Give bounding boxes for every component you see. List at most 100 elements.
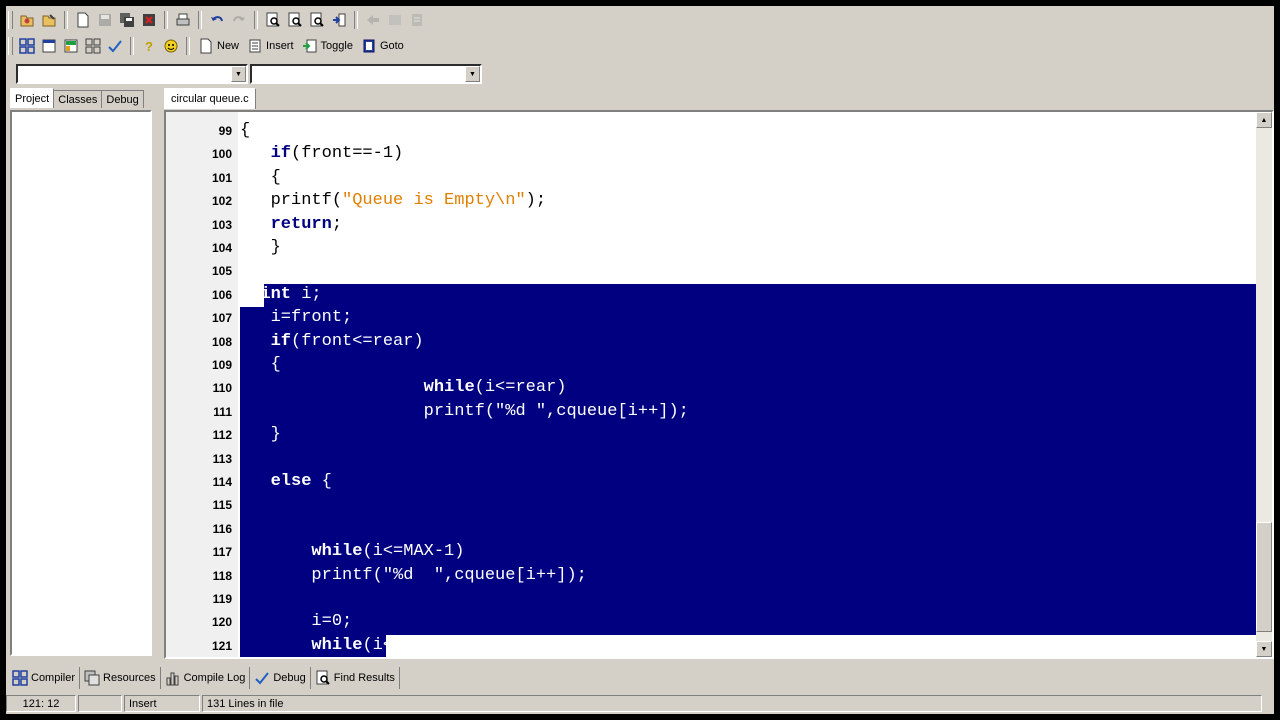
code-line[interactable]: 115 bbox=[166, 494, 1266, 517]
code-line[interactable]: 99 { bbox=[166, 120, 1266, 143]
line-number: 101 bbox=[211, 170, 232, 185]
goto-button[interactable]: Goto bbox=[357, 35, 408, 57]
redo-icon[interactable] bbox=[228, 9, 250, 31]
grid-view-icon[interactable] bbox=[16, 35, 38, 57]
line-number: 100 bbox=[211, 147, 232, 162]
line-number: 108 bbox=[211, 334, 232, 349]
tab-resources[interactable]: Resources bbox=[80, 667, 161, 689]
compiler-grid-icon bbox=[12, 670, 28, 686]
line-number: 116 bbox=[212, 521, 232, 536]
line-number: 113 bbox=[212, 451, 232, 466]
code-line[interactable]: 102 printf("Queue is Empty\n"); bbox=[166, 190, 1266, 213]
code-line[interactable]: 103 return; bbox=[166, 214, 1266, 237]
toolbar-grip[interactable] bbox=[8, 37, 13, 55]
undo-icon[interactable] bbox=[206, 9, 228, 31]
resources-icon bbox=[84, 670, 100, 686]
tab-debug[interactable]: Debug bbox=[101, 90, 144, 108]
toggle-button[interactable]: Toggle bbox=[298, 35, 357, 57]
open-file-icon[interactable] bbox=[38, 9, 60, 31]
code-text: printf("Queue is Empty\n"); bbox=[240, 191, 547, 211]
code-line[interactable]: 116 bbox=[166, 518, 1266, 541]
layout-icon[interactable] bbox=[60, 35, 82, 57]
goto-line-icon[interactable] bbox=[328, 9, 350, 31]
code-line[interactable]: 104 } bbox=[166, 237, 1266, 260]
close-file-icon[interactable] bbox=[138, 9, 160, 31]
panel-splitter[interactable] bbox=[156, 90, 160, 658]
code-text: i=0; bbox=[240, 612, 353, 632]
code-line[interactable]: 111 printf("%d ",cqueue[i++]); bbox=[166, 401, 1266, 424]
forward-icon[interactable] bbox=[384, 9, 406, 31]
new-button-label: New bbox=[217, 40, 240, 52]
toolbar-separator bbox=[64, 11, 68, 29]
save-icon[interactable] bbox=[94, 9, 116, 31]
replace-icon[interactable] bbox=[284, 9, 306, 31]
bookmark-icon[interactable] bbox=[406, 9, 428, 31]
status-bar: 121: 12 Insert 131 Lines in file bbox=[6, 695, 1274, 714]
tab-compiler-label: Compiler bbox=[31, 672, 76, 684]
toolbar-separator bbox=[198, 11, 202, 29]
scroll-up-arrow-icon[interactable]: ▲ bbox=[1256, 112, 1272, 128]
code-line[interactable]: 106 int i; bbox=[166, 284, 1266, 307]
code-text: { bbox=[240, 355, 281, 374]
code-line[interactable]: 112 } bbox=[166, 424, 1266, 447]
project-tree[interactable] bbox=[10, 110, 152, 656]
code-line[interactable]: 120 i=0; bbox=[166, 611, 1266, 634]
code-text: i=front; bbox=[240, 308, 353, 328]
tiles-icon[interactable] bbox=[82, 35, 104, 57]
code-line[interactable]: 108 if(front<=rear) bbox=[166, 331, 1266, 354]
scroll-thumb[interactable] bbox=[1256, 522, 1272, 632]
class-combo[interactable]: ▼ bbox=[16, 64, 248, 84]
line-number: 106 bbox=[211, 287, 232, 302]
tab-find-results[interactable]: Find Results bbox=[311, 667, 400, 689]
tab-compile-log[interactable]: Compile Log bbox=[161, 667, 251, 689]
code-line[interactable]: 110 while(i<=rear) bbox=[166, 377, 1266, 400]
code-line[interactable]: 105 bbox=[166, 260, 1266, 283]
tab-project[interactable]: Project bbox=[10, 88, 55, 108]
member-combo[interactable]: ▼ bbox=[250, 64, 482, 84]
line-number: 111 bbox=[213, 404, 232, 419]
code-line[interactable]: 114 else { bbox=[166, 471, 1266, 494]
code-line[interactable]: 107 i=front; bbox=[166, 307, 1266, 330]
line-number: 114 bbox=[212, 475, 232, 489]
code-line[interactable]: 121 while(i<=rear) bbox=[166, 635, 1266, 657]
toolbar-grip[interactable] bbox=[8, 11, 13, 29]
code-text: } bbox=[240, 425, 281, 445]
chevron-down-icon[interactable]: ▼ bbox=[465, 66, 480, 82]
editor-tab[interactable]: circular queue.c bbox=[164, 88, 256, 109]
tab-classes[interactable]: Classes bbox=[53, 90, 103, 108]
new-file-icon[interactable] bbox=[72, 9, 94, 31]
code-text: } bbox=[240, 238, 281, 257]
insert-button[interactable]: Insert bbox=[243, 35, 298, 57]
code-text: if(front<=rear) bbox=[270, 331, 424, 351]
code-line[interactable]: 100 if(front==-1) bbox=[166, 143, 1266, 166]
save-all-icon[interactable] bbox=[116, 9, 138, 31]
check-icon[interactable] bbox=[104, 35, 126, 57]
new-button[interactable]: New bbox=[194, 35, 243, 57]
chevron-down-icon[interactable]: ▼ bbox=[231, 66, 246, 82]
code-line[interactable]: 117 while(i<=MAX-1) bbox=[166, 541, 1266, 564]
code-editor[interactable]: 99{100 if(front==-1) 101 {102 printf("Que… bbox=[164, 110, 1274, 659]
svg-text:?: ? bbox=[145, 39, 153, 54]
help-icon[interactable]: ? bbox=[138, 35, 160, 57]
code-text: { bbox=[240, 121, 251, 140]
window-icon[interactable] bbox=[38, 35, 60, 57]
about-icon[interactable] bbox=[160, 35, 182, 57]
code-line[interactable]: 118 printf("%d ",cqueue[i++]); bbox=[166, 565, 1266, 588]
code-line[interactable]: 119 bbox=[166, 588, 1266, 611]
code-line[interactable]: 113 bbox=[166, 448, 1266, 471]
code-line[interactable]: 101 { bbox=[166, 167, 1266, 190]
insert-button-label: Insert bbox=[266, 40, 294, 52]
tab-compiler[interactable]: Compiler bbox=[8, 667, 81, 689]
code-line[interactable]: 109 { bbox=[166, 354, 1266, 377]
scroll-down-arrow-icon[interactable]: ▼ bbox=[1256, 641, 1272, 657]
code-text: { bbox=[240, 167, 281, 187]
find-icon[interactable] bbox=[262, 9, 284, 31]
open-project-icon[interactable] bbox=[16, 9, 38, 31]
find-next-icon[interactable] bbox=[306, 9, 328, 31]
vertical-scrollbar[interactable]: ▲ ▼ bbox=[1256, 112, 1272, 657]
line-number: 109 bbox=[211, 358, 232, 372]
print-icon[interactable] bbox=[172, 9, 194, 31]
line-number: 103 bbox=[211, 217, 232, 232]
back-icon[interactable] bbox=[362, 9, 384, 31]
tab-debug-output[interactable]: Debug bbox=[250, 667, 311, 689]
